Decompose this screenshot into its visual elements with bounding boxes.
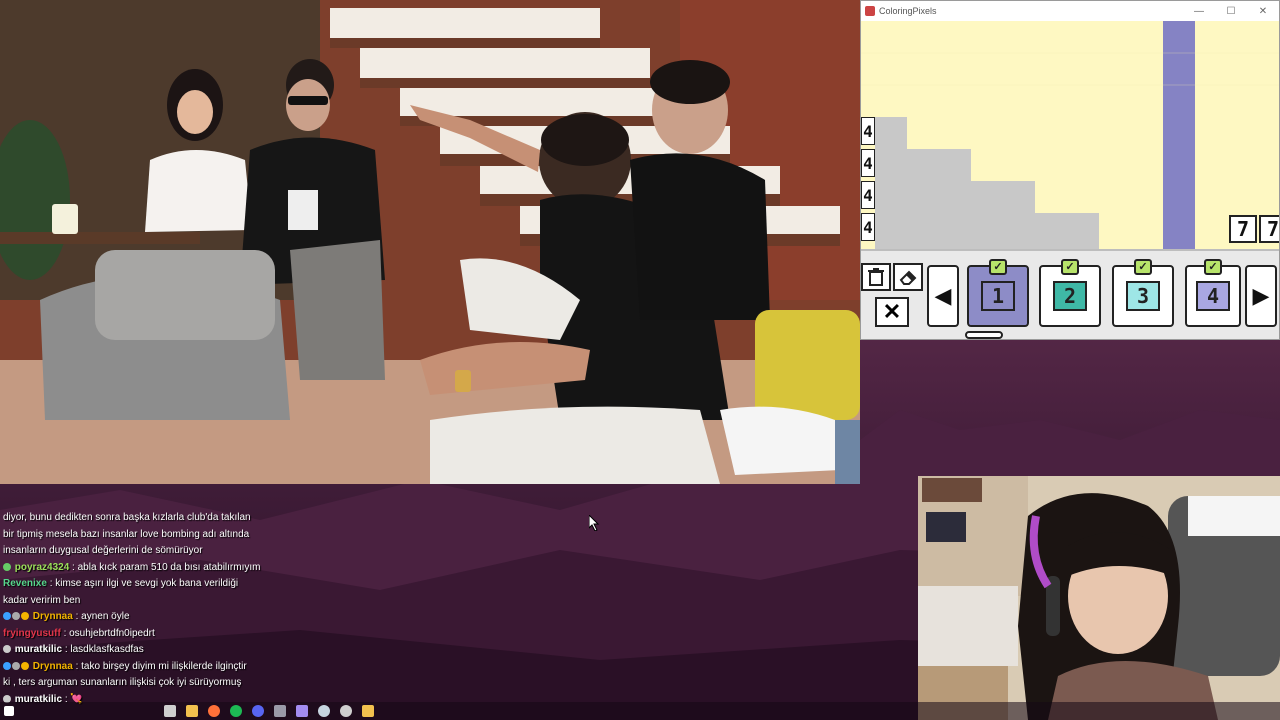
window-titlebar[interactable]: ColoringPixels — ☐ ✕	[861, 1, 1279, 21]
chat-username: Revenixe	[3, 578, 47, 589]
chat-message: kadar veririm ben	[0, 593, 280, 610]
row-number: 4	[861, 117, 875, 145]
checkmark-icon: ✓	[989, 259, 1007, 275]
chat-username: fryingyusuff	[3, 627, 61, 639]
swatch-number: 3	[1126, 281, 1160, 311]
row-number: 4	[861, 149, 875, 177]
chat-text: bir tipmiş mesela bazı insanlar love bom…	[3, 528, 250, 540]
chat-username: muratkilic	[14, 644, 63, 655]
badge-icon	[3, 612, 11, 620]
color-swatch-4[interactable]: ✓ 4	[1185, 259, 1241, 327]
chat-text: : abla kıck param 510 da bısı atabilırmı…	[72, 561, 261, 573]
minimize-button[interactable]: —	[1183, 6, 1215, 17]
pixel-art-grid	[861, 21, 1279, 249]
chat-text: kadar veririm ben	[3, 594, 81, 606]
task-view-icon[interactable]	[164, 705, 176, 717]
chat-message: Revenixe : kimse aşırı ilgi ve sevgi yok…	[0, 576, 280, 593]
firefox-icon[interactable]	[208, 705, 220, 717]
chat-message: Drynnaa : tako birşey diyim mi ilişkiler…	[0, 659, 280, 676]
color-swatch-3[interactable]: ✓ 3	[1112, 259, 1174, 327]
chat-message: diyor, bunu dedikten sonra başka kızlarl…	[0, 510, 280, 527]
window-title: ColoringPixels	[879, 6, 937, 16]
maximize-button[interactable]: ☐	[1215, 6, 1247, 17]
pixel-number-cell[interactable]: 7	[1259, 215, 1279, 243]
chat-text: : tako birşey diyim mi ilişkilerde ilgin…	[75, 660, 247, 672]
chat-message: poyraz4324 : abla kıck param 510 da bısı…	[0, 560, 280, 577]
chat-username: Drynnaa	[32, 660, 73, 672]
checkmark-icon: ✓	[1134, 259, 1152, 275]
chat-message: fryingyusuff : osuhjebrtdfn0ipedrt	[0, 626, 280, 643]
badge-icon	[21, 661, 29, 670]
row-number: 4	[861, 181, 875, 209]
chat-message: bir tipmiş mesela bazı insanlar love bom…	[0, 527, 280, 544]
badge-icon	[3, 645, 11, 653]
video-player[interactable]	[0, 0, 860, 484]
next-arrow-button[interactable]: ▶	[1245, 265, 1277, 327]
checkmark-icon: ✓	[1061, 259, 1079, 275]
chat-message: Drynnaa : aynen öyle	[0, 609, 280, 626]
pixel-number-cell[interactable]: 7	[1229, 215, 1257, 243]
obs-icon[interactable]	[340, 705, 352, 717]
checkmark-icon: ✓	[1204, 259, 1222, 275]
coloring-pixels-window[interactable]: ColoringPixels — ☐ ✕ 4 4 4 4 7 7 ✕ ◀ ✓ 1…	[860, 0, 1280, 340]
taskbar	[0, 702, 1280, 720]
notes-icon[interactable]	[362, 705, 374, 717]
file-explorer-icon[interactable]	[186, 705, 198, 717]
chat-text: insanların duygusal değerlerini de sömür…	[3, 545, 203, 556]
color-toolbar: ✕ ◀ ✓ 1 ✓ 2 ✓ 3 ✓ 4 ▶	[861, 249, 1279, 339]
badge-icon	[3, 661, 11, 670]
swatch-number: 4	[1196, 281, 1230, 311]
chat-text: : lasdklasfkasdfas	[64, 644, 144, 655]
color-swatch-2[interactable]: ✓ 2	[1039, 259, 1101, 327]
chat-username: Drynnaa	[32, 611, 73, 622]
shield-icon[interactable]	[296, 705, 308, 717]
chat-text: ki , ters arguman sunanların ilişkisi ço…	[3, 677, 242, 688]
chat-text: : aynen öyle	[75, 611, 130, 622]
discord-icon[interactable]	[252, 705, 264, 717]
chat-username: poyraz4324	[14, 561, 70, 573]
mouse-cursor-icon	[589, 515, 600, 531]
video-frame	[0, 0, 860, 484]
badge-icon	[12, 612, 20, 620]
app-icon	[865, 6, 875, 16]
swatch-number: 1	[981, 281, 1015, 311]
swatch-number: 2	[1053, 281, 1087, 311]
app-icon[interactable]	[274, 705, 286, 717]
search-icon	[4, 706, 14, 716]
prev-arrow-button[interactable]: ◀	[927, 265, 959, 327]
chat-text: : kimse aşırı ilgi ve sevgi yok bana ver…	[49, 578, 239, 589]
webcam-frame	[918, 476, 1280, 720]
row-number: 4	[861, 213, 875, 241]
taskbar-search[interactable]	[4, 706, 154, 716]
close-icon[interactable]: ✕	[875, 297, 909, 327]
pixel-canvas[interactable]: 4 4 4 4 7 7	[861, 21, 1279, 249]
chat-text: diyor, bunu dedikten sonra başka kızlarl…	[3, 512, 251, 523]
chat-text: : osuhjebrtdfn0ipedrt	[63, 627, 155, 639]
chat-message: muratkilic : lasdklasfkasdfas	[0, 642, 280, 659]
chat-message: insanların duygusal değerlerini de sömür…	[0, 543, 280, 560]
webcam-feed	[918, 476, 1280, 720]
badge-icon	[21, 612, 29, 620]
spotify-icon[interactable]	[230, 705, 242, 717]
steam-icon[interactable]	[318, 705, 330, 717]
eraser-icon[interactable]	[893, 263, 923, 291]
chat-message: ki , ters arguman sunanların ilişkisi ço…	[0, 675, 280, 692]
color-swatch-1[interactable]: ✓ 1	[967, 259, 1029, 327]
chat-overlay: diyor, bunu dedikten sonra başka kızlarl…	[0, 510, 280, 705]
badge-icon	[12, 661, 20, 670]
badge-icon	[3, 562, 11, 571]
close-window-button[interactable]: ✕	[1247, 6, 1279, 17]
scroll-indicator[interactable]	[965, 331, 1003, 339]
trash-icon[interactable]	[861, 263, 891, 291]
